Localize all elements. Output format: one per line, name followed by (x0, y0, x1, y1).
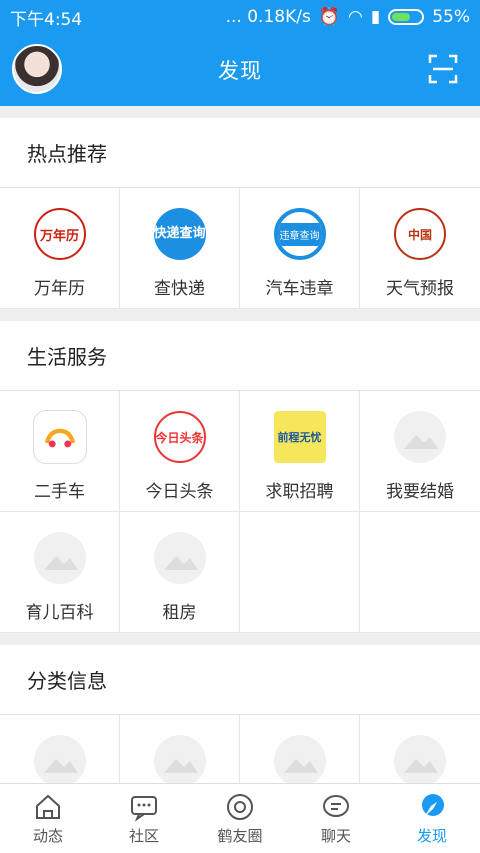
section-hot: 热点推荐 万年历 万年历 快递查询 查快递 违章查询 汽车违章 中国 天气预报 (0, 118, 480, 309)
job-icon: 前程无忧 (273, 411, 326, 463)
section-classified: 分类信息 (0, 645, 480, 792)
tab-dynamics[interactable]: 动态 (0, 784, 96, 853)
grid-item[interactable] (0, 715, 120, 792)
placeholder-image-icon (153, 735, 206, 787)
grid-item-toutiao[interactable]: 今日头条 今日头条 (120, 391, 240, 512)
tab-label: 聊天 (320, 826, 351, 845)
moments-icon (227, 793, 253, 820)
discover-icon (422, 793, 444, 816)
app-bar: 发现 (0, 34, 480, 106)
grid-item-parenting[interactable]: 育儿百科 (0, 512, 120, 633)
page-title: 发现 (218, 59, 262, 83)
tab-label: 鹤友圈 (217, 826, 263, 845)
status-bar: 下午4:54 ... 0.18K/s ⏰ ◠ ▮ 55% (0, 0, 480, 34)
section-life: 生活服务 二手车 今日头条 今日头条 前程无忧 求职招聘 我要结婚 育儿百科 租… (0, 321, 480, 633)
bottom-tab-bar: 动态 社区 鹤友圈 聊天 发现 (0, 783, 480, 853)
tab-discover[interactable]: 发现 (384, 784, 480, 853)
grid-item[interactable] (360, 715, 480, 792)
grid-item-jobs[interactable]: 前程无忧 求职招聘 (240, 391, 360, 512)
traffic-violation-icon: 违章查询 (273, 208, 326, 260)
grid-item[interactable] (240, 715, 360, 792)
alarm-icon: ⏰ (318, 7, 340, 27)
grid-item-wedding[interactable]: 我要结婚 (360, 391, 480, 512)
calendar-icon: 万年历 (33, 208, 86, 260)
tab-label: 社区 (128, 826, 159, 845)
grid-item-label: 二手车 (34, 482, 85, 502)
battery-percent: 55% (432, 7, 470, 27)
grid-item-weather[interactable]: 中国 天气预报 (360, 188, 480, 309)
grid-empty (360, 512, 480, 633)
tab-label: 发现 (416, 826, 447, 845)
tab-label: 动态 (32, 826, 63, 845)
chat-icon (323, 794, 349, 817)
grid-item-label: 汽车违章 (265, 279, 334, 299)
grid-item-express[interactable]: 快递查询 查快递 (120, 188, 240, 309)
grid-item-label: 租房 (162, 603, 197, 623)
placeholder-image-icon (273, 735, 326, 787)
placeholder-image-icon (33, 735, 86, 787)
section-title: 热点推荐 (0, 118, 480, 188)
network-speed: ... 0.18K/s (225, 7, 311, 27)
grid-item-rental[interactable]: 租房 (120, 512, 240, 633)
grid-item-calendar[interactable]: 万年历 万年历 (0, 188, 120, 309)
scan-icon[interactable] (428, 54, 458, 84)
status-time: 下午4:54 (10, 9, 83, 30)
grid-item-label: 求职招聘 (265, 482, 334, 502)
express-icon: 快递查询 (153, 208, 206, 260)
placeholder-image-icon (394, 411, 446, 463)
grid-item-label: 查快递 (154, 279, 205, 299)
community-icon (131, 795, 157, 822)
signal-icon: ▮ (370, 7, 381, 27)
section-title: 生活服务 (0, 321, 480, 391)
battery-icon (388, 9, 425, 25)
grid-item-violation[interactable]: 违章查询 汽车违章 (240, 188, 360, 309)
discover-content: 热点推荐 万年历 万年历 快递查询 查快递 违章查询 汽车违章 中国 天气预报 … (0, 118, 480, 792)
grid-empty (240, 512, 360, 633)
weather-icon: 中国 (394, 208, 446, 260)
used-car-icon (33, 411, 86, 463)
placeholder-image-icon (394, 735, 446, 787)
grid-item[interactable] (120, 715, 240, 792)
placeholder-image-icon (33, 532, 86, 584)
home-icon (36, 794, 60, 819)
grid-item-used-car[interactable]: 二手车 (0, 391, 120, 512)
grid-item-label: 育儿百科 (25, 603, 94, 623)
tab-moments[interactable]: 鹤友圈 (192, 784, 288, 853)
tab-community[interactable]: 社区 (96, 784, 192, 853)
grid-item-label: 今日头条 (145, 482, 214, 502)
grid-item-label: 万年历 (34, 279, 85, 299)
avatar[interactable] (12, 44, 62, 94)
wifi-icon: ◠ (348, 7, 363, 27)
grid-item-label: 天气预报 (386, 279, 454, 299)
section-title: 分类信息 (0, 645, 480, 715)
toutiao-icon: 今日头条 (153, 411, 206, 463)
grid-item-label: 我要结婚 (386, 482, 454, 502)
placeholder-image-icon (153, 532, 206, 584)
tab-chat[interactable]: 聊天 (288, 784, 384, 853)
